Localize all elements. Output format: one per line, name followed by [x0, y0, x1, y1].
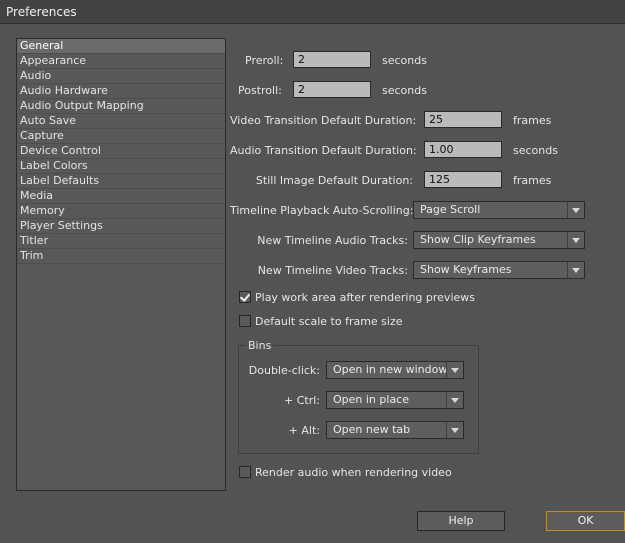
play-work-area-label[interactable]: Play work area after rendering previews [255, 291, 475, 304]
window-title: Preferences [6, 5, 77, 19]
chevron-down-icon [567, 202, 584, 218]
sidebar-item-media[interactable]: Media [17, 189, 225, 204]
sidebar-item-trim[interactable]: Trim [17, 249, 225, 264]
sidebar-item-audio[interactable]: Audio [17, 69, 225, 84]
sidebar-item-label-colors[interactable]: Label Colors [17, 159, 225, 174]
still-image-label: Still Image Default Duration: [255, 174, 413, 187]
chevron-down-icon [567, 232, 584, 248]
preroll-label: Preroll: [245, 54, 284, 67]
preferences-category-list[interactable]: General Appearance Audio Audio Hardware … [16, 38, 226, 491]
audio-tracks-dropdown[interactable]: Show Clip Keyframes [413, 231, 585, 249]
still-image-unit: frames [513, 174, 552, 187]
sidebar-item-capture[interactable]: Capture [17, 129, 225, 144]
play-work-area-checkbox[interactable] [239, 291, 251, 303]
preroll-unit: seconds [382, 54, 427, 67]
alt-dropdown[interactable]: Open new tab [326, 421, 464, 439]
render-audio-checkbox[interactable] [239, 466, 251, 478]
chevron-down-icon [446, 392, 463, 408]
still-image-input[interactable]: 125 [424, 171, 502, 188]
chevron-down-icon [446, 362, 463, 378]
postroll-label: Postroll: [238, 84, 282, 97]
sidebar-item-memory[interactable]: Memory [17, 204, 225, 219]
default-scale-checkbox[interactable] [239, 315, 251, 327]
double-click-value: Open in new window [333, 363, 448, 376]
ctrl-label: + Ctrl: [284, 394, 320, 407]
alt-label: + Alt: [288, 424, 320, 437]
video-transition-input[interactable]: 25 [424, 111, 502, 128]
chevron-down-icon [446, 422, 463, 438]
sidebar-item-titler[interactable]: Titler [17, 234, 225, 249]
timeline-autoscroll-label: Timeline Playback Auto-Scrolling: [230, 204, 414, 217]
sidebar-item-auto-save[interactable]: Auto Save [17, 114, 225, 129]
audio-transition-unit: seconds [513, 144, 558, 157]
alt-value: Open new tab [333, 423, 411, 436]
bins-group-title: Bins [246, 339, 274, 352]
video-tracks-value: Show Keyframes [420, 263, 512, 276]
video-transition-label: Video Transition Default Duration: [230, 114, 417, 127]
preroll-input[interactable]: 2 [293, 51, 371, 68]
sidebar-item-audio-output-mapping[interactable]: Audio Output Mapping [17, 99, 225, 114]
render-audio-label[interactable]: Render audio when rendering video [255, 466, 452, 479]
postroll-input[interactable]: 2 [293, 81, 371, 98]
video-transition-unit: frames [513, 114, 552, 127]
help-button[interactable]: Help [417, 511, 505, 531]
audio-tracks-value: Show Clip Keyframes [420, 233, 536, 246]
double-click-label: Double-click: [248, 364, 320, 377]
sidebar-item-appearance[interactable]: Appearance [17, 54, 225, 69]
audio-transition-input[interactable]: 1.00 [424, 141, 502, 158]
title-bar: Preferences [0, 0, 625, 24]
chevron-down-icon [567, 262, 584, 278]
audio-tracks-label: New Timeline Audio Tracks: [257, 234, 408, 247]
sidebar-item-general[interactable]: General [17, 39, 225, 54]
timeline-autoscroll-value: Page Scroll [420, 203, 481, 216]
sidebar-item-audio-hardware[interactable]: Audio Hardware [17, 84, 225, 99]
double-click-dropdown[interactable]: Open in new window [326, 361, 464, 379]
sidebar-item-label-defaults[interactable]: Label Defaults [17, 174, 225, 189]
video-tracks-dropdown[interactable]: Show Keyframes [413, 261, 585, 279]
audio-transition-label: Audio Transition Default Duration: [230, 144, 417, 157]
sidebar-item-device-control[interactable]: Device Control [17, 144, 225, 159]
default-scale-label[interactable]: Default scale to frame size [255, 315, 403, 328]
timeline-autoscroll-dropdown[interactable]: Page Scroll [413, 201, 585, 219]
postroll-unit: seconds [382, 84, 427, 97]
ctrl-value: Open in place [333, 393, 409, 406]
ok-button[interactable]: OK [546, 511, 625, 531]
video-tracks-label: New Timeline Video Tracks: [257, 264, 408, 277]
ctrl-dropdown[interactable]: Open in place [326, 391, 464, 409]
sidebar-item-player-settings[interactable]: Player Settings [17, 219, 225, 234]
